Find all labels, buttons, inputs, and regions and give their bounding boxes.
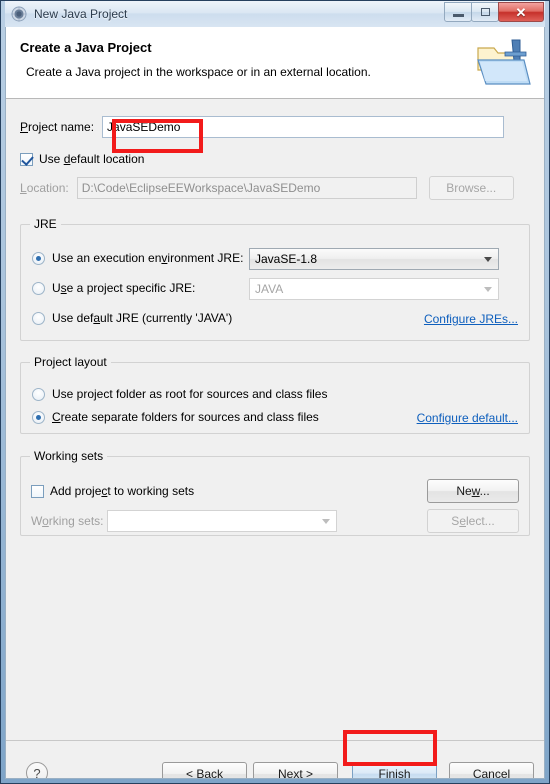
jre-execution-env-radio[interactable] <box>32 251 45 265</box>
chevron-down-icon <box>484 257 492 262</box>
working-sets-group: Working sets Add project to working sets… <box>20 449 530 536</box>
location-row: Location: Browse... <box>20 176 530 200</box>
project-layout-group: Project layout Use project folder as roo… <box>20 355 530 434</box>
project-name-label: Project name: <box>20 120 95 134</box>
restore-icon <box>480 8 490 16</box>
layout-option-separate-folders[interactable]: Create separate folders for sources and … <box>32 410 319 424</box>
finish-button-label: Finish <box>378 767 411 779</box>
working-sets-combo[interactable] <box>107 510 337 532</box>
location-input[interactable] <box>76 177 417 199</box>
layout-separate-folders-label: Create separate folders for sources and … <box>52 410 319 424</box>
project-name-input[interactable] <box>102 116 505 138</box>
restore-button[interactable] <box>471 2 499 22</box>
help-button[interactable]: ? <box>26 762 48 778</box>
jre-default-label: Use default JRE (currently 'JAVA') <box>52 311 233 325</box>
select-working-set-label: Select... <box>451 514 495 528</box>
select-working-set-button[interactable]: Select... <box>427 509 519 533</box>
layout-project-folder-label: Use project folder as root for sources a… <box>52 387 328 401</box>
add-to-working-sets-checkbox[interactable] <box>31 484 44 498</box>
jre-option-default[interactable]: Use default JRE (currently 'JAVA') <box>32 311 232 325</box>
project-name-row: Project name: <box>20 116 530 138</box>
dialog-body: Create a Java Project Create a Java proj… <box>5 27 545 779</box>
use-default-location-label: Use default location <box>39 152 145 166</box>
page-title: Create a Java Project <box>20 40 152 55</box>
close-button[interactable]: ✕ <box>498 2 544 22</box>
chevron-down-icon <box>484 287 492 292</box>
working-sets-group-title: Working sets <box>30 449 108 463</box>
project-specific-jre-value: JAVA <box>255 282 284 296</box>
new-working-set-button[interactable]: New... <box>427 479 519 503</box>
execution-environment-value: JavaSE-1.8 <box>255 252 318 266</box>
layout-option-project-folder[interactable]: Use project folder as root for sources a… <box>32 387 327 401</box>
jre-project-specific-label: Use a project specific JRE: <box>52 281 196 295</box>
jre-group-title: JRE <box>30 217 61 231</box>
project-specific-jre-combo[interactable]: JAVA <box>249 278 499 300</box>
window-title: New Java Project <box>34 7 128 21</box>
cancel-button[interactable]: Cancel <box>449 762 534 778</box>
configure-default-link[interactable]: Configure default... <box>417 411 518 425</box>
minimize-icon <box>452 13 464 17</box>
window-controls: ✕ <box>444 2 544 22</box>
add-to-working-sets-label: Add project to working sets <box>50 484 195 498</box>
jre-default-radio[interactable] <box>32 311 45 325</box>
close-icon: ✕ <box>515 4 527 20</box>
back-button-label: < Back <box>185 767 224 779</box>
configure-jres-link[interactable]: Configure JREs... <box>424 312 518 326</box>
add-to-working-sets-row[interactable]: Add project to working sets <box>31 484 194 498</box>
back-button[interactable]: < Back <box>162 762 247 779</box>
chevron-down-icon <box>322 519 330 524</box>
project-layout-group-title: Project layout <box>30 355 111 369</box>
jre-group: JRE Use an execution environment JRE: Ja… <box>20 217 530 341</box>
browse-button[interactable]: Browse... <box>428 176 514 200</box>
next-button[interactable]: Next > <box>253 762 338 779</box>
help-icon: ? <box>26 762 48 778</box>
new-working-set-label: New... <box>456 484 490 498</box>
next-button-label: Next > <box>277 767 314 779</box>
title-bar: New Java Project ✕ <box>5 1 545 27</box>
layout-project-folder-radio[interactable] <box>32 387 45 401</box>
jre-execution-env-label: Use an execution environment JRE: <box>52 251 244 265</box>
java-project-folder-icon <box>476 36 532 90</box>
jre-project-specific-radio[interactable] <box>32 281 45 295</box>
jre-option-execution-env[interactable]: Use an execution environment JRE: <box>32 251 243 265</box>
layout-separate-folders-radio[interactable] <box>32 410 45 424</box>
location-label: Location: <box>20 181 69 195</box>
finish-button[interactable]: Finish <box>352 762 437 779</box>
execution-environment-combo[interactable]: JavaSE-1.8 <box>249 248 499 270</box>
form-area: Project name: Use default location Locat… <box>6 116 544 536</box>
button-bar-separator <box>6 740 544 741</box>
working-sets-label: Working sets: <box>31 514 104 528</box>
use-default-location-checkbox[interactable] <box>20 152 33 166</box>
use-default-location-row[interactable]: Use default location <box>20 152 530 166</box>
wizard-header: Create a Java Project Create a Java proj… <box>6 27 544 99</box>
eclipse-icon <box>11 6 27 22</box>
jre-option-project-specific[interactable]: Use a project specific JRE: <box>32 281 195 295</box>
minimize-button[interactable] <box>444 2 472 22</box>
window-frame: New Java Project ✕ Create a Java Project… <box>0 0 550 784</box>
page-description: Create a Java project in the workspace o… <box>26 65 371 79</box>
